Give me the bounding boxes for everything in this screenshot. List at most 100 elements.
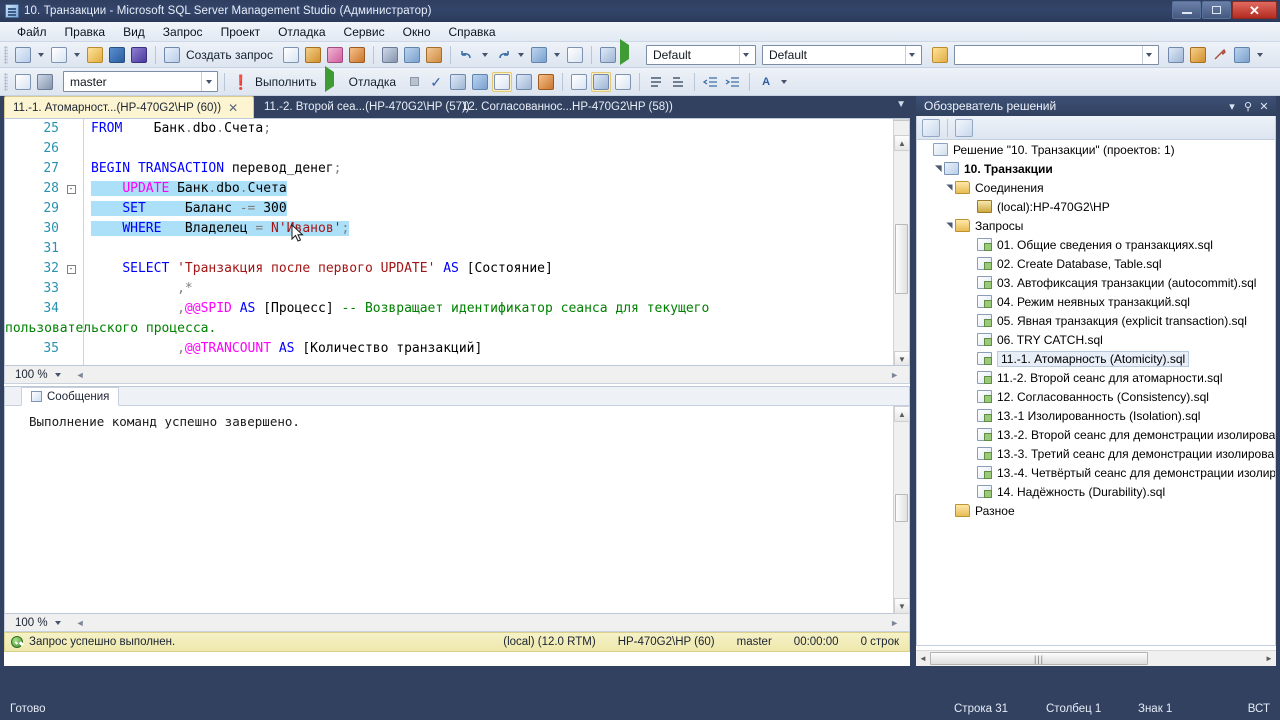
database-combo-chevron-icon[interactable] xyxy=(201,72,215,91)
menu-item-debug[interactable]: Отладка xyxy=(269,23,334,41)
navigate-forward-icon[interactable] xyxy=(565,45,585,65)
code-line[interactable]: 32- SELECT 'Транзакция после первого UPD… xyxy=(5,259,895,279)
analysis-services-mdx-icon[interactable] xyxy=(303,45,323,65)
tab-second-session[interactable]: 11.-2. Второй сеа...(HP-470G2\HP (57)) xyxy=(256,96,470,118)
solution-platform-combo[interactable]: Default xyxy=(761,44,922,65)
solution-config-chevron-icon[interactable] xyxy=(738,45,753,64)
undo-chevron-icon[interactable] xyxy=(481,52,488,57)
analysis-services-xmla-icon[interactable] xyxy=(347,45,367,65)
fold-toggle-icon[interactable]: - xyxy=(65,259,77,279)
navigate-backward-icon[interactable] xyxy=(529,45,549,65)
code-line[interactable]: 25 FROM Банк.dbo.Счета; xyxy=(5,119,895,139)
menu-item-query[interactable]: Запрос xyxy=(154,23,212,41)
code-line[interactable]: пользовательского процесса. xyxy=(5,319,895,339)
include-actual-plan-icon[interactable] xyxy=(492,71,513,92)
results-to-file-icon[interactable] xyxy=(613,72,633,92)
code-line[interactable]: 28- UPDATE Банк.dbo.Счета xyxy=(5,179,895,199)
connect-object-explorer-icon[interactable] xyxy=(49,45,69,65)
close-button[interactable]: ✕ xyxy=(1232,1,1277,19)
code-line[interactable]: 33 ,* xyxy=(5,279,895,299)
save-icon[interactable] xyxy=(107,45,127,65)
display-estimated-plan-icon[interactable] xyxy=(448,72,468,92)
include-client-statistics-icon[interactable] xyxy=(514,72,534,92)
change-case-icon[interactable]: A xyxy=(756,72,776,92)
find-combo[interactable] xyxy=(953,44,1159,65)
disconnect-icon[interactable] xyxy=(35,72,55,92)
execute-label[interactable]: Выполнить xyxy=(253,75,323,89)
tools-options-icon[interactable] xyxy=(1210,45,1230,65)
cut-icon[interactable] xyxy=(380,45,400,65)
tree-item[interactable]: 11.-1. Атомарность (Atomicity).sql xyxy=(917,349,1275,368)
tree-item[interactable]: Решение "10. Транзакции" (проектов: 1) xyxy=(917,140,1275,159)
fold-toggle-icon[interactable]: - xyxy=(65,179,77,199)
tree-item[interactable]: 01. Общие сведения о транзакциях.sql xyxy=(917,235,1275,254)
solution-config-combo[interactable]: Default xyxy=(645,44,756,65)
code-line[interactable]: 34 ,@@SPID AS [Процесс] -- Возвращает ид… xyxy=(5,299,895,319)
messages-vertical-scrollbar[interactable]: ▲ ▼ xyxy=(893,406,910,614)
show-all-files-icon[interactable] xyxy=(922,118,940,137)
tree-item[interactable]: ◢ Соединения xyxy=(917,178,1275,197)
tree-item[interactable]: 13.-2. Второй сеанс для демонстрации изо… xyxy=(917,425,1275,444)
new-query-label[interactable]: Создать запрос xyxy=(184,48,279,62)
tree-item[interactable]: 13.-3. Третий сеанс для демонстрации изо… xyxy=(917,444,1275,463)
expander-icon[interactable]: ◢ xyxy=(945,220,954,232)
solution-scroll-thumb[interactable]: ||| xyxy=(930,652,1148,665)
redo-chevron-icon[interactable] xyxy=(517,52,524,57)
execute-green-arrow-icon[interactable] xyxy=(619,38,640,65)
connect-icon[interactable] xyxy=(13,72,33,92)
decrease-indent-icon[interactable] xyxy=(701,72,721,92)
menu-item-window[interactable]: Окно xyxy=(394,23,440,41)
minimize-button[interactable] xyxy=(1172,1,1201,19)
toolbar-grip[interactable] xyxy=(4,45,8,64)
sql-toolbar-grip[interactable] xyxy=(4,72,8,91)
solution-explorer-close-icon[interactable]: ✕ xyxy=(1256,100,1272,113)
messages-scroll-up-icon[interactable]: ▲ xyxy=(894,406,910,422)
chevron-down-icon-2[interactable] xyxy=(74,52,80,57)
sql-code-editor[interactable]: 25 FROM Банк.dbo.Счета; 26 27 BEGIN TRANSACT… xyxy=(4,118,910,366)
save-all-icon[interactable] xyxy=(129,45,149,65)
tree-item[interactable]: 02. Create Database, Table.sql xyxy=(917,254,1275,273)
menu-item-edit[interactable]: Правка xyxy=(56,23,115,41)
tab-atomicity[interactable]: 11.-1. Атомарност...(HP-470G2\HP (60)) ✕ xyxy=(4,96,254,118)
tab-list-chevron-icon[interactable]: ▼ xyxy=(896,99,906,110)
tree-item[interactable]: ◢ Запросы xyxy=(917,216,1275,235)
editor-hscroll-left-icon[interactable]: ◄ xyxy=(76,370,85,380)
query-options-icon[interactable] xyxy=(470,72,490,92)
editor-zoom-chevron-icon[interactable] xyxy=(54,372,61,377)
tree-item[interactable]: (local):HP-470G2\HP xyxy=(917,197,1275,216)
comment-lines-icon[interactable] xyxy=(646,72,666,92)
solution-horizontal-scrollbar[interactable]: ◄ ||| ► xyxy=(916,650,1276,666)
results-to-text-icon[interactable] xyxy=(569,72,589,92)
menu-item-project[interactable]: Проект xyxy=(212,23,270,41)
paste-icon[interactable] xyxy=(424,45,444,65)
messages-scroll-down-icon[interactable]: ▼ xyxy=(894,598,910,614)
solution-explorer-dropdown-icon[interactable]: ▾ xyxy=(1224,100,1240,113)
expander-icon[interactable]: ◢ xyxy=(945,182,954,194)
code-line[interactable]: 35 ,@@TRANCOUNT AS [Количество транзакци… xyxy=(5,339,895,359)
uncomment-lines-icon[interactable] xyxy=(668,72,688,92)
maximize-button[interactable] xyxy=(1202,1,1231,19)
analysis-services-dmx-icon[interactable] xyxy=(325,45,345,65)
chevron-down-icon[interactable] xyxy=(38,52,44,57)
code-line[interactable]: 31 xyxy=(5,239,895,259)
tree-item[interactable]: 13.-1 Изолированность (Isolation).sql xyxy=(917,406,1275,425)
solution-scroll-right-icon[interactable]: ► xyxy=(1262,654,1276,663)
menu-item-tools[interactable]: Сервис xyxy=(335,23,394,41)
code-lines[interactable]: 25 FROM Банк.dbo.Счета; 26 27 BEGIN TRANSACT… xyxy=(5,119,895,365)
sqlcmd-mode-icon[interactable] xyxy=(536,72,556,92)
code-line[interactable]: 26 xyxy=(5,139,895,159)
results-hscroll-left-icon[interactable]: ◄ xyxy=(76,618,85,628)
database-combo[interactable]: master xyxy=(63,71,218,92)
code-line[interactable]: 30 WHERE Владелец = N'Иванов'; xyxy=(5,219,895,239)
increase-indent-icon[interactable] xyxy=(723,72,743,92)
messages-scroll-thumb[interactable] xyxy=(895,494,908,522)
stop-icon[interactable] xyxy=(404,72,424,92)
debug-label[interactable]: Отладка xyxy=(347,75,402,89)
tree-item[interactable]: 05. Явная транзакция (explicit transacti… xyxy=(917,311,1275,330)
editor-vertical-scrollbar[interactable]: ⇕ ▲ ▼ xyxy=(893,119,909,365)
editor-hscroll-right-icon[interactable]: ► xyxy=(890,370,899,380)
open-file-icon[interactable] xyxy=(85,45,105,65)
editor-scroll-thumb[interactable] xyxy=(895,224,908,294)
tab-messages[interactable]: Сообщения xyxy=(21,387,120,406)
tab-close-icon[interactable]: ✕ xyxy=(228,101,238,115)
